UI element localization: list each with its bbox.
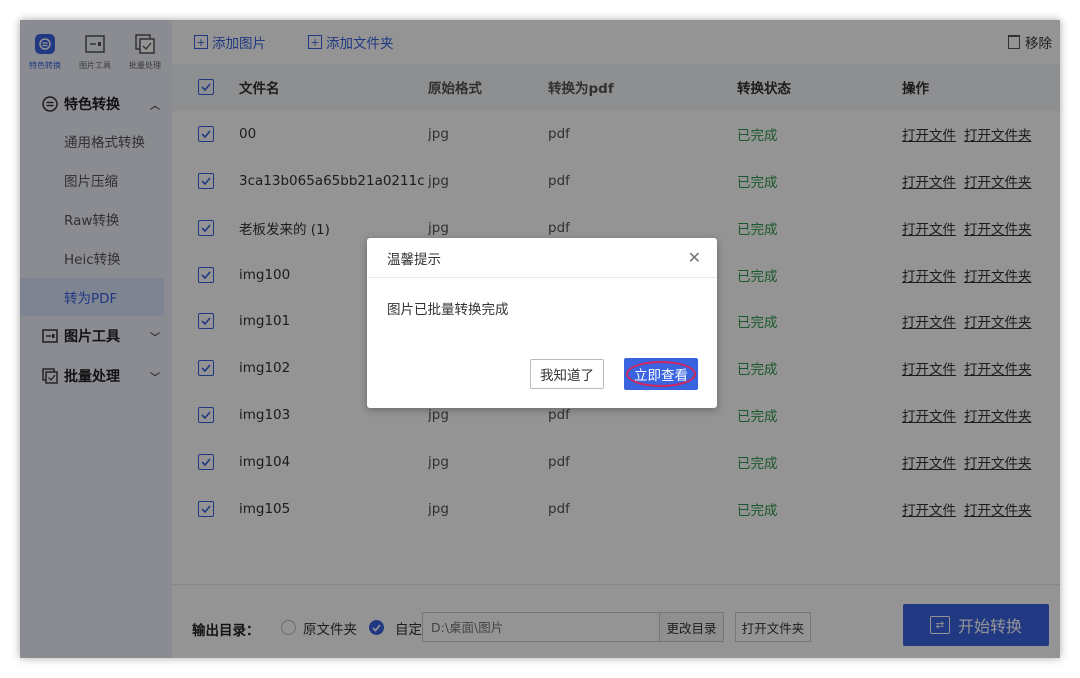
close-icon[interactable]: ✕ <box>688 248 701 267</box>
dialog-header: 温馨提示 <box>367 238 717 278</box>
got-it-button[interactable]: 我知道了 <box>530 359 604 389</box>
view-now-button[interactable]: 立即查看 <box>624 358 698 390</box>
dialog-message: 图片已批量转换完成 <box>387 302 509 318</box>
app-window: 特色转换 图片工具 批量处理 特色转换 ︿ 通用格式转换 图片压缩 Raw转换 … <box>20 20 1060 658</box>
notice-dialog: 温馨提示 ✕ 图片已批量转换完成 我知道了 立即查看 <box>367 238 717 408</box>
highlight-ring <box>626 361 696 387</box>
dialog-title: 温馨提示 <box>387 251 441 268</box>
